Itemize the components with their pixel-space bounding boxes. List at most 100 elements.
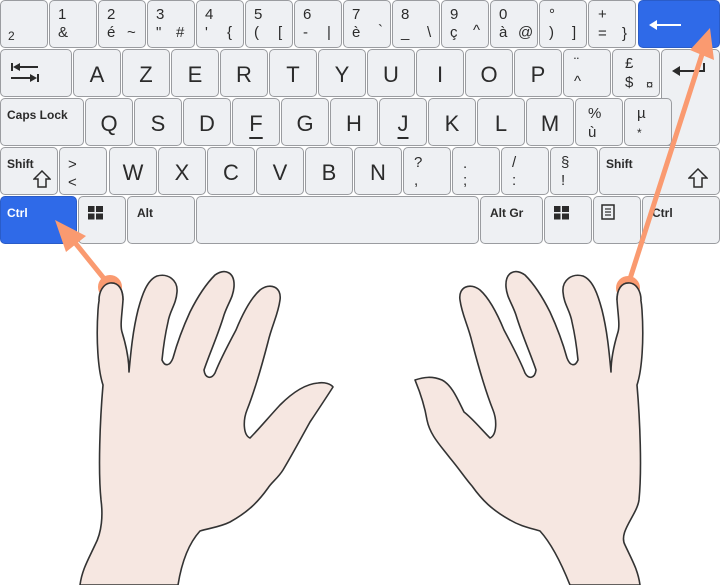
key-label-bottom: < bbox=[68, 174, 77, 191]
key-alt[interactable]: Alt bbox=[127, 196, 195, 244]
key-label: Alt Gr bbox=[490, 206, 524, 220]
key-q[interactable]: Q bbox=[85, 98, 133, 146]
key-label-altgr: [ bbox=[278, 24, 283, 41]
key-d[interactable]: D bbox=[183, 98, 231, 146]
key-1[interactable]: 1 & bbox=[49, 0, 97, 48]
key-shift-left[interactable]: Shift bbox=[0, 147, 58, 195]
key-label: G bbox=[296, 111, 314, 136]
key-shift-right[interactable]: Shift bbox=[599, 147, 720, 195]
key-ctrl-left[interactable]: Ctrl bbox=[0, 196, 77, 244]
key-label: W bbox=[122, 160, 144, 185]
key-alt-gr[interactable]: Alt Gr bbox=[480, 196, 543, 244]
key-space[interactable] bbox=[196, 196, 479, 244]
key-e[interactable]: E bbox=[171, 49, 219, 97]
key-p[interactable]: P bbox=[514, 49, 562, 97]
key-label: B bbox=[321, 160, 337, 185]
key-label: V bbox=[272, 160, 288, 185]
key-label-bottom: _ bbox=[401, 24, 410, 41]
key-label-top: 6 bbox=[303, 6, 312, 23]
key-label: Caps Lock bbox=[7, 108, 68, 122]
key-i[interactable]: I bbox=[416, 49, 464, 97]
key-y[interactable]: Y bbox=[318, 49, 366, 97]
key-label: Alt bbox=[137, 206, 153, 220]
key-label-altgr: { bbox=[227, 24, 233, 41]
key-label-top: ? bbox=[414, 154, 423, 171]
key-label-top: 9 bbox=[450, 6, 459, 23]
key-colon[interactable]: / : bbox=[501, 147, 549, 195]
key-j[interactable]: J bbox=[379, 98, 427, 146]
key-label-top: ° bbox=[549, 6, 555, 23]
key-r[interactable]: R bbox=[220, 49, 268, 97]
key-label-bottom: ; bbox=[463, 172, 468, 189]
key-label-altgr: # bbox=[176, 24, 185, 41]
key-semicolon[interactable]: . ; bbox=[452, 147, 500, 195]
key-3[interactable]: 3 " # bbox=[147, 0, 195, 48]
key-n[interactable]: N bbox=[354, 147, 402, 195]
key-dollar[interactable]: £ $ ¤ bbox=[612, 49, 660, 97]
key-label-bottom: " bbox=[156, 24, 162, 41]
key-label: A bbox=[89, 62, 105, 87]
key-label-top: . bbox=[463, 155, 468, 172]
key-tab[interactable] bbox=[0, 49, 72, 97]
key-label-bottom: ( bbox=[254, 24, 259, 41]
key-ctrl-right[interactable]: Ctrl bbox=[642, 196, 720, 244]
key-label: U bbox=[383, 62, 399, 87]
key-5[interactable]: 5 ( [ bbox=[245, 0, 293, 48]
right-pinky-tip bbox=[616, 282, 642, 301]
key-h[interactable]: H bbox=[330, 98, 378, 146]
left-pinky-tip bbox=[98, 282, 124, 301]
key-8[interactable]: 8 _ \ bbox=[392, 0, 440, 48]
key-m[interactable]: M bbox=[526, 98, 574, 146]
key-6[interactable]: 6 - | bbox=[294, 0, 342, 48]
key-label-top: 2 bbox=[107, 6, 116, 23]
key-9[interactable]: 9 ç ^ bbox=[441, 0, 489, 48]
key-label-altgr: } bbox=[622, 25, 628, 42]
key-label-top: 7 bbox=[352, 6, 361, 23]
key-7[interactable]: 7 è ` bbox=[343, 0, 391, 48]
shift-icon bbox=[688, 168, 708, 188]
key-l[interactable]: L bbox=[477, 98, 525, 146]
key-label: K bbox=[444, 111, 460, 136]
key-x[interactable]: X bbox=[158, 147, 206, 195]
key-s[interactable]: S bbox=[134, 98, 182, 146]
key-f[interactable]: F bbox=[232, 98, 280, 146]
key-menu[interactable] bbox=[593, 196, 641, 244]
key-label-bottom: ^ bbox=[574, 73, 582, 90]
key-o[interactable]: O bbox=[465, 49, 513, 97]
key-u[interactable]: U bbox=[367, 49, 415, 97]
key-z[interactable]: Z bbox=[122, 49, 170, 97]
key-k[interactable]: K bbox=[428, 98, 476, 146]
key-caps-lock[interactable]: Caps Lock bbox=[0, 98, 84, 146]
key-c[interactable]: C bbox=[207, 147, 255, 195]
key-b[interactable]: B bbox=[305, 147, 353, 195]
key-a[interactable]: A bbox=[73, 49, 121, 97]
key-t[interactable]: T bbox=[269, 49, 317, 97]
key-windows-left[interactable] bbox=[78, 196, 126, 244]
key-label-altgr: ¤ bbox=[646, 77, 654, 92]
key-label-top: 8 bbox=[401, 6, 410, 23]
key-u-grave[interactable]: % ù bbox=[575, 98, 623, 146]
key-degree[interactable]: ° ) ] bbox=[539, 0, 587, 48]
key-asterisk[interactable]: µ * bbox=[624, 98, 672, 146]
key-label-bottom: & bbox=[58, 24, 69, 41]
key-backspace[interactable] bbox=[638, 0, 720, 48]
key-label: R bbox=[236, 62, 252, 87]
key-0[interactable]: 0 à @ bbox=[490, 0, 538, 48]
key-windows-right[interactable] bbox=[544, 196, 592, 244]
key-4[interactable]: 4 ' { bbox=[196, 0, 244, 48]
key-label-bottom: à bbox=[499, 24, 508, 41]
key-v[interactable]: V bbox=[256, 147, 304, 195]
key-label-top: 4 bbox=[205, 6, 214, 23]
key-w[interactable]: W bbox=[109, 147, 157, 195]
key-comma[interactable]: ? , bbox=[403, 147, 451, 195]
key-plus[interactable]: + = } bbox=[588, 0, 636, 48]
key-label: S bbox=[150, 111, 166, 136]
key-less-than[interactable]: > < bbox=[59, 147, 107, 195]
key-label-bottom: ! bbox=[561, 172, 566, 189]
key-superscript-2[interactable]: 2 bbox=[0, 0, 48, 48]
key-exclamation[interactable]: § ! bbox=[550, 147, 598, 195]
key-circumflex[interactable]: ¨ ^ bbox=[563, 49, 611, 97]
key-2[interactable]: 2 é ~ bbox=[98, 0, 146, 48]
key-g[interactable]: G bbox=[281, 98, 329, 146]
key-label-altgr: ` bbox=[378, 22, 383, 39]
